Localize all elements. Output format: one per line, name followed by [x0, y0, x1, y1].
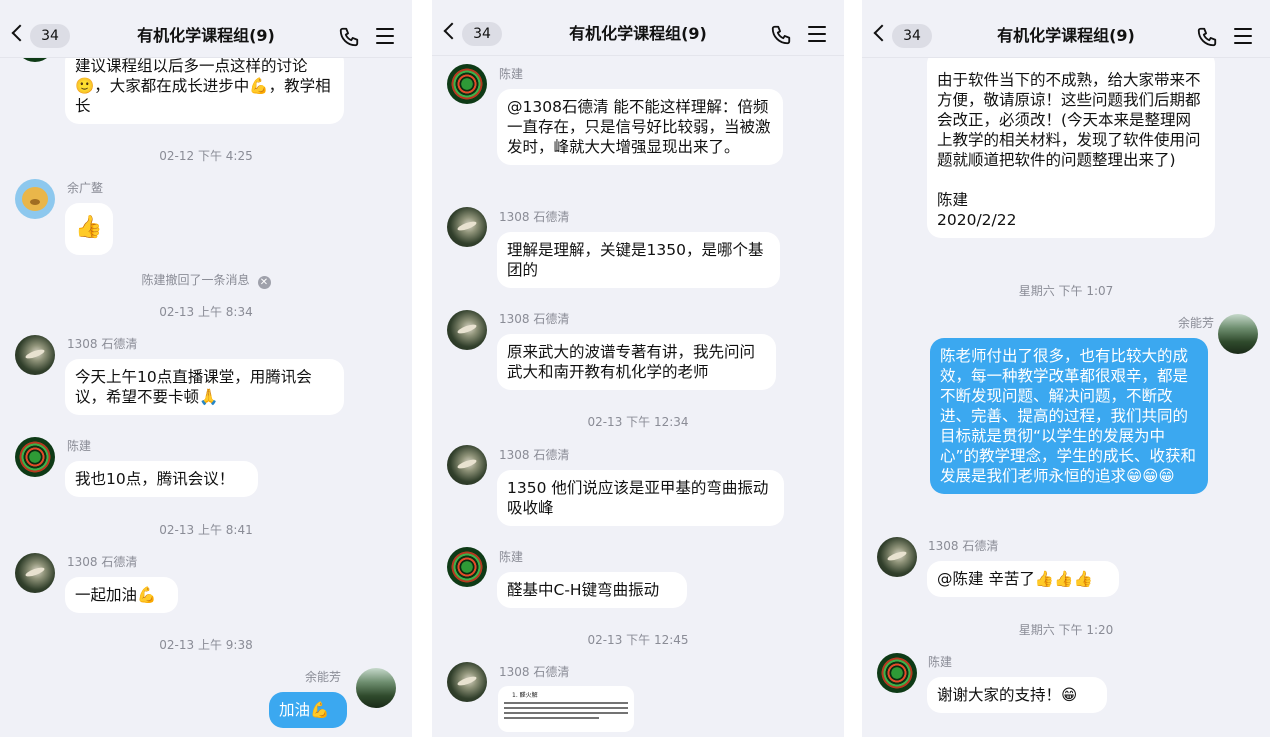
sender-name: 余广鳌 [67, 181, 104, 195]
close-icon[interactable]: ✕ [257, 276, 271, 289]
message-bubble[interactable]: 👍 [65, 203, 113, 255]
timestamp: 星期六 下午 1:07 [1018, 284, 1114, 298]
chat-header: 34 有机化学课程组(9) [0, 0, 412, 58]
chat-panel-1: 建议课程组以后多一点这样的讨论🙂，大家都在成长进步中💪，教学相长 34 有机化学… [0, 0, 412, 737]
timestamp: 星期六 下午 1:20 [1018, 623, 1114, 637]
avatar[interactable] [877, 653, 917, 693]
message-text: 由于软件当下的不成熟，给大家带来不方便，敬请原谅！这些问题我们后期都会改正，必须… [937, 71, 1201, 169]
menu-icon[interactable] [376, 28, 394, 44]
document-line [504, 712, 628, 714]
image-caption: 1. 醛火解 [512, 692, 538, 699]
sender-name: 陈建 [67, 439, 92, 453]
timestamp: 02-13 上午 9:38 [159, 638, 253, 652]
avatar[interactable] [15, 553, 55, 593]
message-bubble-own[interactable]: 加油💪 [269, 692, 347, 728]
image-message[interactable]: 1. 醛火解 [498, 686, 634, 732]
timestamp: 02-13 上午 8:34 [159, 305, 253, 319]
recall-notice: 陈建撤回了一条消息 ✕ [0, 271, 412, 289]
sender-name: 1308 石德清 [928, 539, 999, 553]
sender-name: 陈建 [928, 655, 953, 669]
sender-name: 余能芳 [1177, 316, 1214, 330]
chat-panel-3: 由于软件当下的不成熟，给大家带来不方便，敬请原谅！这些问题我们后期都会改正，必须… [862, 0, 1270, 737]
sender-name: 1308 石德清 [499, 312, 570, 326]
message-bubble[interactable]: 谢谢大家的支持！😁 [927, 677, 1107, 713]
avatar[interactable] [447, 207, 487, 247]
avatar[interactable] [15, 179, 55, 219]
phone-icon[interactable] [770, 24, 792, 46]
avatar[interactable] [15, 335, 55, 375]
message-bubble[interactable]: 今天上午10点直播课堂，用腾讯会议，希望不要卡顿🙏 [65, 359, 344, 415]
sender-name: 1308 石德清 [67, 337, 138, 351]
sender-name: 余能芳 [304, 670, 341, 684]
avatar[interactable] [447, 662, 487, 702]
chat-panel-2: 34 有机化学课程组(9) 陈建 @1308石德清 能不能这样理解：倍频一直存在… [432, 0, 844, 737]
message-bubble[interactable]: @1308石德清 能不能这样理解：倍频一直存在，只是信号好比较弱，当被激发时，峰… [497, 89, 783, 165]
sender-name: 1308 石德清 [499, 210, 570, 224]
recall-text: 陈建撤回了一条消息 [141, 273, 250, 287]
sender-name: 陈建 [499, 550, 524, 564]
message-bubble[interactable]: 我也10点，腾讯会议！ [65, 461, 258, 497]
avatar[interactable] [356, 668, 396, 708]
document-line [504, 717, 600, 719]
chat-header: 34 有机化学课程组(9) [432, 0, 844, 56]
sender-name: 1308 石德清 [499, 448, 570, 462]
message-signature: 陈建 [937, 191, 969, 209]
avatar[interactable] [447, 64, 487, 104]
message-bubble[interactable]: @陈建 辛苦了👍👍👍 [927, 561, 1119, 597]
sender-name: 1308 石德清 [499, 665, 570, 679]
chat-header: 34 有机化学课程组(9) [862, 0, 1270, 58]
timestamp: 02-13 上午 8:41 [159, 523, 253, 537]
menu-icon[interactable] [1234, 28, 1252, 44]
message-date: 2020/2/22 [937, 211, 1017, 229]
message-bubble[interactable]: 由于软件当下的不成熟，给大家带来不方便，敬请原谅！这些问题我们后期都会改正，必须… [927, 50, 1215, 238]
avatar[interactable] [447, 310, 487, 350]
message-bubble[interactable]: 建议课程组以后多一点这样的讨论🙂，大家都在成长进步中💪，教学相长 [65, 48, 344, 124]
timestamp: 02-13 下午 12:45 [587, 633, 689, 647]
menu-icon[interactable] [808, 26, 826, 42]
message-bubble[interactable]: 1350 他们说应该是亚甲基的弯曲振动吸收峰 [497, 470, 784, 526]
message-bubble-own[interactable]: 陈老师付出了很多，也有比较大的成效，每一种教学改革都很艰辛，都是不断发现问题、解… [930, 338, 1208, 494]
document-line [504, 707, 628, 709]
sender-name: 1308 石德清 [67, 555, 138, 569]
message-bubble[interactable]: 醛基中C-H键弯曲振动 [497, 572, 687, 608]
message-bubble[interactable]: 理解是理解，关键是1350，是哪个基团的 [497, 232, 780, 288]
avatar[interactable] [15, 437, 55, 477]
message-bubble[interactable]: 原来武大的波谱专著有讲，我先问问武大和南开教有机化学的老师 [497, 334, 776, 390]
document-line [504, 702, 628, 704]
message-bubble[interactable]: 一起加油💪 [65, 577, 178, 613]
phone-icon[interactable] [1196, 26, 1218, 48]
timestamp: 02-13 下午 12:34 [587, 415, 689, 429]
timestamp: 02-12 下午 4:25 [159, 149, 253, 163]
avatar[interactable] [447, 547, 487, 587]
avatar[interactable] [447, 445, 487, 485]
sender-name: 陈建 [499, 67, 524, 81]
avatar[interactable] [877, 537, 917, 577]
phone-icon[interactable] [338, 26, 360, 48]
avatar[interactable] [1218, 314, 1258, 354]
